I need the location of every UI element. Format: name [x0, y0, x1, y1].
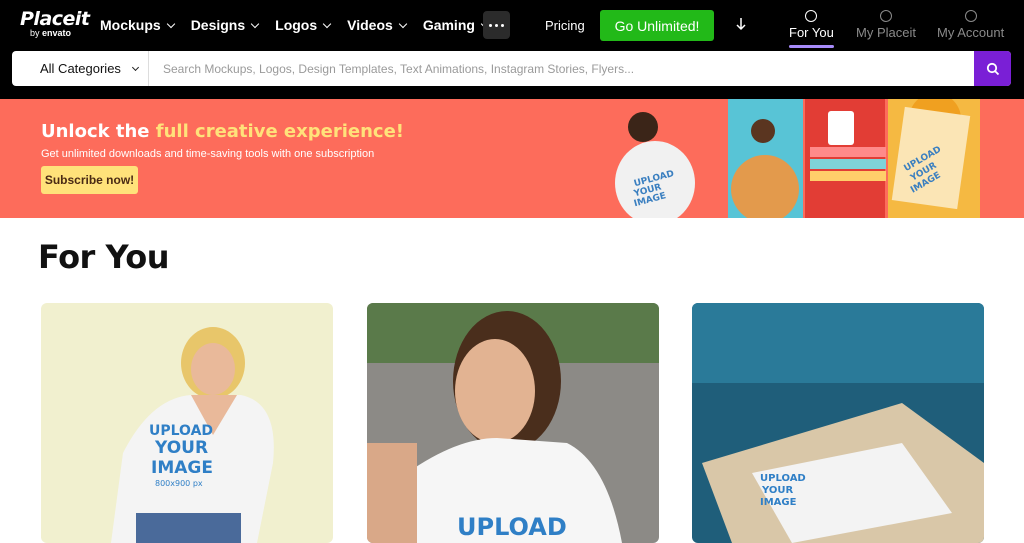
placeit-logo[interactable]: Placeit by envato — [20, 9, 90, 38]
promo-banner: Unlock the full creative experience! Get… — [0, 99, 1024, 218]
search-button[interactable] — [974, 51, 1011, 86]
card-3-your: YOUR — [761, 485, 794, 496]
chevron-down-icon — [322, 19, 332, 28]
banner-headline-prefix: Unlock the — [41, 121, 156, 142]
nav-mockups-label: Mockups — [100, 17, 161, 33]
category-dropdown[interactable]: All Categories — [12, 51, 149, 86]
banner-headline-highlight: full creative experience! — [155, 121, 404, 142]
tab-for-you-label: For You — [789, 25, 834, 40]
more-menu-button[interactable] — [483, 11, 510, 39]
dot-icon — [495, 23, 498, 27]
tab-my-account[interactable]: My Account — [937, 10, 1004, 40]
nav-videos[interactable]: Videos — [347, 17, 408, 33]
dot-icon — [501, 23, 504, 27]
chevron-down-icon — [250, 19, 260, 28]
subscribe-button[interactable]: Subscribe now! — [41, 166, 138, 194]
card-1-image: IMAGE — [151, 458, 213, 478]
card-1-your: YOUR — [154, 438, 208, 458]
logo-text: Placeit — [20, 8, 90, 30]
card-image-pool-towels: UPLOAD YOUR IMAGE — [692, 303, 984, 543]
card-1-size: 800x900 px — [155, 479, 203, 488]
logo-brand: envato — [42, 28, 72, 38]
search-input[interactable] — [150, 51, 974, 86]
banner-promo-image: UPLOAD YOUR IMAGE UPLOAD YOUR IMAGE — [615, 99, 980, 218]
chevron-down-icon — [131, 63, 139, 71]
tab-my-account-label: My Account — [937, 25, 1005, 40]
active-tab-indicator — [789, 45, 834, 48]
download-arrow-icon[interactable] — [735, 16, 747, 32]
nav-logos-label: Logos — [275, 17, 318, 33]
card-1-upload: UPLOAD — [149, 423, 213, 439]
pricing-link[interactable]: Pricing — [545, 18, 585, 33]
card-3-image: IMAGE — [760, 497, 797, 508]
template-card[interactable]: UPLOAD — [367, 303, 659, 543]
search-icon — [986, 62, 999, 75]
tab-my-placeit-label: My Placeit — [856, 25, 916, 40]
nav-gaming[interactable]: Gaming — [422, 17, 490, 33]
chevron-down-icon — [398, 19, 408, 28]
card-image-woman-vneck: UPLOAD YOUR IMAGE 800x900 px — [41, 303, 333, 543]
nav-logos[interactable]: Logos — [275, 17, 332, 33]
nav-designs-label: Designs — [190, 17, 246, 33]
dot-icon — [489, 23, 492, 27]
template-card[interactable]: UPLOAD YOUR IMAGE 800x900 px — [41, 303, 333, 543]
nav-gaming-label: Gaming — [422, 17, 475, 33]
nav-mockups[interactable]: Mockups — [100, 17, 175, 33]
tab-my-placeit[interactable]: My Placeit — [856, 10, 916, 40]
nav-designs[interactable]: Designs — [190, 17, 260, 33]
template-card[interactable]: UPLOAD YOUR IMAGE — [692, 303, 984, 543]
banner-headline: Unlock the full creative experience! — [41, 121, 404, 142]
user-icon — [964, 10, 977, 22]
top-navigation-bar: Placeit by envato Mockups Designs Logos … — [0, 0, 1024, 99]
category-label: All Categories — [40, 61, 121, 76]
logo-by: by — [30, 28, 40, 38]
tab-for-you[interactable]: For You — [789, 10, 834, 48]
page-title: For You — [38, 238, 169, 276]
go-unlimited-button[interactable]: Go Unlimited! — [600, 10, 714, 41]
banner-subtitle: Get unlimited downloads and time-saving … — [41, 148, 375, 160]
smiley-icon — [879, 10, 892, 22]
nav-videos-label: Videos — [347, 17, 393, 33]
search-bar: All Categories — [12, 51, 1011, 86]
card-image-woman-selfie: UPLOAD — [367, 303, 659, 543]
compass-icon — [805, 10, 818, 22]
main-nav: Mockups Designs Logos Videos Gaming — [100, 17, 505, 33]
card-3-upload: UPLOAD — [760, 473, 806, 484]
chevron-down-icon — [166, 19, 175, 28]
card-2-upload: UPLOAD — [457, 513, 567, 541]
